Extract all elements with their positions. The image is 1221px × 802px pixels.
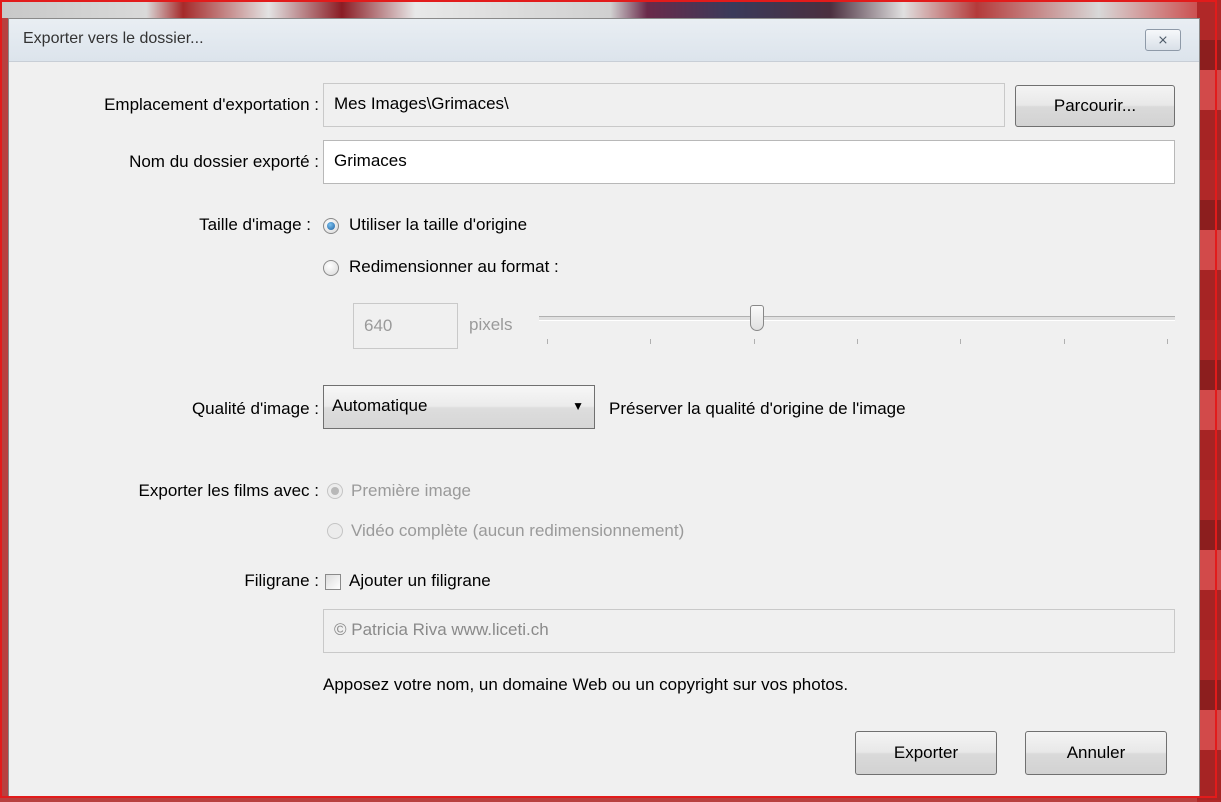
quality-dropdown[interactable]: Automatique ▼ bbox=[323, 385, 595, 429]
radio-first-frame-label: Première image bbox=[351, 481, 471, 500]
pixels-value: 640 bbox=[364, 316, 393, 335]
watermark-text-input: © Patricia Riva www.liceti.ch bbox=[323, 609, 1175, 653]
watermark-label: Filigrane : bbox=[244, 571, 319, 590]
export-location-field: Mes Images\Grimaces\ bbox=[323, 83, 1005, 127]
quality-description: Préserver la qualité d'origine de l'imag… bbox=[609, 399, 906, 418]
watermark-text-value: © Patricia Riva www.liceti.ch bbox=[334, 620, 549, 639]
radio-original-size[interactable] bbox=[323, 218, 339, 234]
slider-tick bbox=[1167, 339, 1168, 344]
dialog-title: Exporter vers le dossier... bbox=[23, 30, 204, 47]
watermark-checkbox[interactable] bbox=[325, 574, 341, 590]
radio-original-size-label[interactable]: Utiliser la taille d'origine bbox=[349, 215, 527, 235]
slider-tick bbox=[547, 339, 548, 344]
cancel-button[interactable]: Annuler bbox=[1025, 731, 1167, 775]
image-quality-label: Qualité d'image : bbox=[191, 399, 319, 418]
background-photo bbox=[0, 0, 1221, 18]
size-slider-track bbox=[539, 316, 1175, 321]
pixels-input: 640 bbox=[353, 303, 458, 349]
radio-first-frame bbox=[327, 483, 343, 499]
pixels-unit-label: pixels bbox=[469, 315, 513, 334]
close-icon: ⨯ bbox=[1157, 32, 1169, 47]
export-location-value: Mes Images\Grimaces\ bbox=[334, 94, 509, 113]
export-location-label: Emplacement d'exportation : bbox=[104, 95, 319, 114]
folder-name-input[interactable]: Grimaces bbox=[323, 140, 1175, 184]
export-movies-label: Exporter les films avec : bbox=[138, 481, 319, 500]
slider-tick bbox=[960, 339, 961, 344]
slider-tick bbox=[1064, 339, 1065, 344]
watermark-checkbox-label[interactable]: Ajouter un filigrane bbox=[349, 571, 491, 591]
title-bar: Exporter vers le dossier... ⨯ bbox=[9, 19, 1199, 62]
slider-tick bbox=[650, 339, 651, 344]
folder-name-value: Grimaces bbox=[334, 151, 407, 170]
radio-full-video-label: Vidéo complète (aucun redimensionnement) bbox=[351, 521, 685, 540]
export-dialog: Exporter vers le dossier... ⨯ Emplacemen… bbox=[8, 18, 1200, 798]
dropdown-arrow-icon: ▼ bbox=[572, 399, 584, 413]
browse-button-label: Parcourir... bbox=[1053, 96, 1137, 115]
size-slider[interactable] bbox=[539, 305, 1175, 355]
background-photo-edge bbox=[1197, 0, 1221, 802]
close-button[interactable]: ⨯ bbox=[1145, 29, 1181, 51]
folder-name-label: Nom du dossier exporté : bbox=[129, 152, 319, 171]
watermark-hint: Apposez votre nom, un domaine Web ou un … bbox=[323, 675, 849, 694]
slider-tick bbox=[857, 339, 858, 344]
export-button[interactable]: Exporter bbox=[855, 731, 997, 775]
radio-full-video bbox=[327, 523, 343, 539]
radio-resize[interactable] bbox=[323, 260, 339, 276]
export-button-label: Exporter bbox=[893, 743, 959, 762]
slider-tick bbox=[754, 339, 755, 344]
radio-resize-label[interactable]: Redimensionner au format : bbox=[349, 257, 559, 277]
browse-button[interactable]: Parcourir... bbox=[1015, 85, 1175, 127]
cancel-button-label: Annuler bbox=[1066, 743, 1126, 762]
image-size-label: Taille d'image : bbox=[199, 215, 311, 234]
quality-dropdown-value: Automatique bbox=[332, 396, 428, 415]
size-slider-thumb[interactable] bbox=[750, 305, 764, 331]
